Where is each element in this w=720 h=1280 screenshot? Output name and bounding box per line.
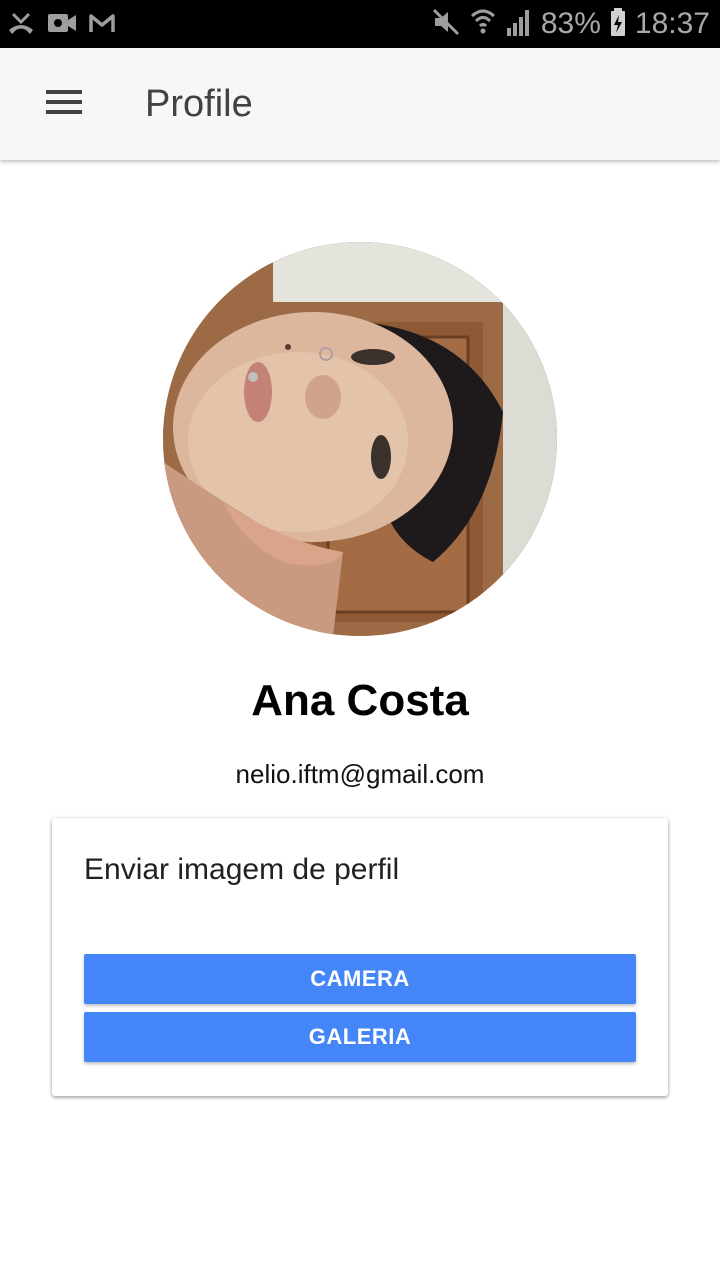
clock: 18:37 — [634, 7, 710, 40]
status-right-icons: 83% 18:37 — [431, 4, 710, 44]
upload-image-card: Enviar imagem de perfil CAMERA GALERIA — [52, 818, 668, 1096]
page-title: Profile — [145, 83, 253, 125]
gmail-icon — [88, 8, 116, 43]
mute-icon — [431, 6, 461, 43]
hamburger-menu-icon — [45, 88, 83, 121]
camera-button[interactable]: CAMERA — [84, 954, 636, 1004]
battery-percent: 83% — [540, 7, 601, 40]
app-bar: Profile — [0, 48, 720, 160]
profile-name: Ana Costa — [251, 676, 469, 725]
wifi-icon — [469, 6, 497, 43]
card-title: Enviar imagem de perfil — [84, 853, 400, 886]
battery-charging-icon — [609, 6, 627, 43]
gallery-button[interactable]: GALERIA — [84, 1012, 636, 1062]
avatar — [163, 242, 557, 636]
profile-email: nelio.iftm@gmail.com — [235, 759, 485, 789]
status-left-icons — [6, 8, 116, 43]
video-icon — [46, 8, 78, 43]
menu-button[interactable] — [30, 76, 98, 132]
signal-icon — [505, 6, 533, 43]
missed-call-icon — [6, 8, 36, 43]
status-bar: 83% 18:37 — [0, 0, 720, 48]
